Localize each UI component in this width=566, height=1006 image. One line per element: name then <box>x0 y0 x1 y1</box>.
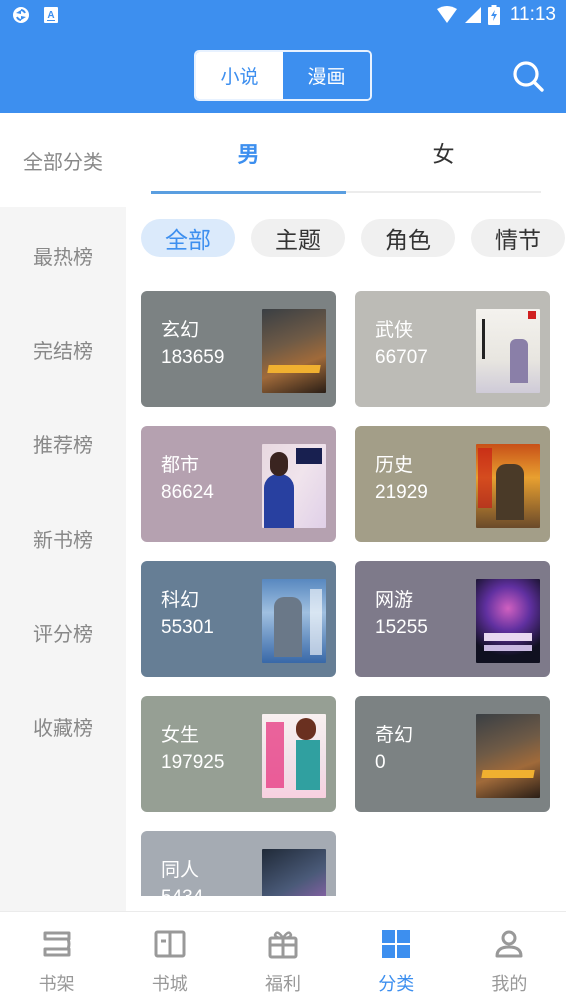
svg-text:A: A <box>47 10 54 21</box>
nav-label: 书架 <box>38 974 75 995</box>
category-name: 科幻 <box>161 589 200 611</box>
tongren-cover <box>262 849 326 896</box>
status-time: 11:13 <box>509 4 556 25</box>
category-card[interactable]: 同人 5434 <box>141 831 336 896</box>
battery-charging-icon <box>487 5 500 25</box>
segment-comic[interactable]: 漫画 <box>283 52 370 99</box>
app-root: A 11:13 小说 漫画 全部分类 最热榜 完结榜 推荐榜 新书榜 评分榜 收… <box>0 0 566 1006</box>
bookshelf-icon <box>43 931 71 957</box>
category-card[interactable]: 奇幻 0 <box>355 696 550 812</box>
woyouyiqun-cover <box>476 579 540 663</box>
nitian-cover <box>262 444 326 528</box>
category-name: 同人 <box>161 859 200 881</box>
category-name: 武侠 <box>375 319 414 341</box>
header: A 11:13 小说 漫画 <box>0 0 566 113</box>
book-open-icon <box>154 930 186 958</box>
category-name: 历史 <box>375 454 414 476</box>
chip-role[interactable]: 角色 <box>361 219 455 257</box>
gift-icon <box>268 931 298 959</box>
wudi-cover <box>476 444 540 528</box>
nav-welfare[interactable]: 福利 <box>226 912 339 1006</box>
sync-app-icon <box>13 7 29 23</box>
category-name: 女生 <box>161 724 200 746</box>
signal-icon <box>464 7 481 23</box>
category-card[interactable]: 武侠 66707 <box>355 291 550 407</box>
sidebar-item-rating[interactable]: 评分榜 <box>0 612 126 652</box>
category-count: 55301 <box>161 617 214 638</box>
content-type-switch: 小说 漫画 <box>194 50 372 101</box>
sidebar-item-favorites[interactable]: 收藏榜 <box>0 706 126 746</box>
tab-indicator <box>151 191 346 194</box>
category-count: 0 <box>375 752 386 773</box>
grid-icon <box>382 930 411 958</box>
category-count: 21929 <box>375 482 428 503</box>
category-name: 奇幻 <box>375 724 414 746</box>
user-icon <box>495 930 523 958</box>
sidebar-item-hottest[interactable]: 最热榜 <box>0 235 126 275</box>
sidebar-item-new-books[interactable]: 新书榜 <box>0 518 126 558</box>
status-right: 11:13 <box>436 4 556 26</box>
nav-label: 福利 <box>265 974 301 995</box>
category-count: 183659 <box>161 347 225 368</box>
chip-all[interactable]: 全部 <box>141 219 235 257</box>
nav-label: 书城 <box>151 974 188 995</box>
sidebar-item-recommended[interactable]: 推荐榜 <box>0 423 126 463</box>
status-bar: A 11:13 <box>0 0 566 32</box>
nav-category[interactable]: 分类 <box>340 912 453 1006</box>
sidebar: 最热榜 完结榜 推荐榜 新书榜 评分榜 收藏榜 <box>0 207 126 912</box>
tab-male[interactable]: 男 <box>151 113 346 193</box>
lizhou-cover <box>262 579 326 663</box>
status-left: A <box>12 6 58 24</box>
sidebar-title-all-categories[interactable]: 全部分类 <box>0 113 126 207</box>
category-card[interactable]: 玄幻 183659 <box>141 291 336 407</box>
nav-label: 我的 <box>491 974 528 995</box>
dragon-cover <box>476 714 540 798</box>
category-name: 网游 <box>375 589 414 611</box>
shenyi-cover <box>262 714 326 798</box>
segment-novel[interactable]: 小说 <box>196 52 283 99</box>
category-grid: 玄幻 183659 武侠 66707 都市 86624 历史 21929 科幻 … <box>126 270 566 896</box>
category-count: 86624 <box>161 482 214 503</box>
nav-label: 分类 <box>378 974 415 995</box>
category-card[interactable]: 都市 86624 <box>141 426 336 542</box>
category-count: 66707 <box>375 347 428 368</box>
tab-female[interactable]: 女 <box>346 113 541 193</box>
category-card[interactable]: 历史 21929 <box>355 426 550 542</box>
wifi-icon <box>436 6 457 23</box>
category-count: 15255 <box>375 617 428 638</box>
category-count: 5434 <box>161 887 203 896</box>
sidebar-item-completed[interactable]: 完结榜 <box>0 329 126 369</box>
category-card[interactable]: 网游 15255 <box>355 561 550 677</box>
chip-plot[interactable]: 情节 <box>471 219 565 257</box>
filter-chips: 全部 主题 角色 情节 <box>141 219 566 257</box>
category-count: 197925 <box>161 752 225 773</box>
category-card[interactable]: 女生 197925 <box>141 696 336 812</box>
nav-mine[interactable]: 我的 <box>453 912 566 1006</box>
gender-tabs: 男 女 <box>151 113 541 193</box>
category-card[interactable]: 科幻 55301 <box>141 561 336 677</box>
category-name: 都市 <box>161 454 200 476</box>
font-app-icon: A <box>44 7 58 23</box>
nav-bookstore[interactable]: 书城 <box>113 912 226 1006</box>
chip-theme[interactable]: 主题 <box>251 219 345 257</box>
nav-bookshelf[interactable]: 书架 <box>0 912 113 1006</box>
dragon-cover <box>262 309 326 393</box>
category-name: 玄幻 <box>161 319 200 341</box>
xianni-cover <box>476 309 540 393</box>
search-icon[interactable] <box>510 58 546 94</box>
bottom-nav: 书架 书城 福利 分类 我的 <box>0 911 566 1006</box>
